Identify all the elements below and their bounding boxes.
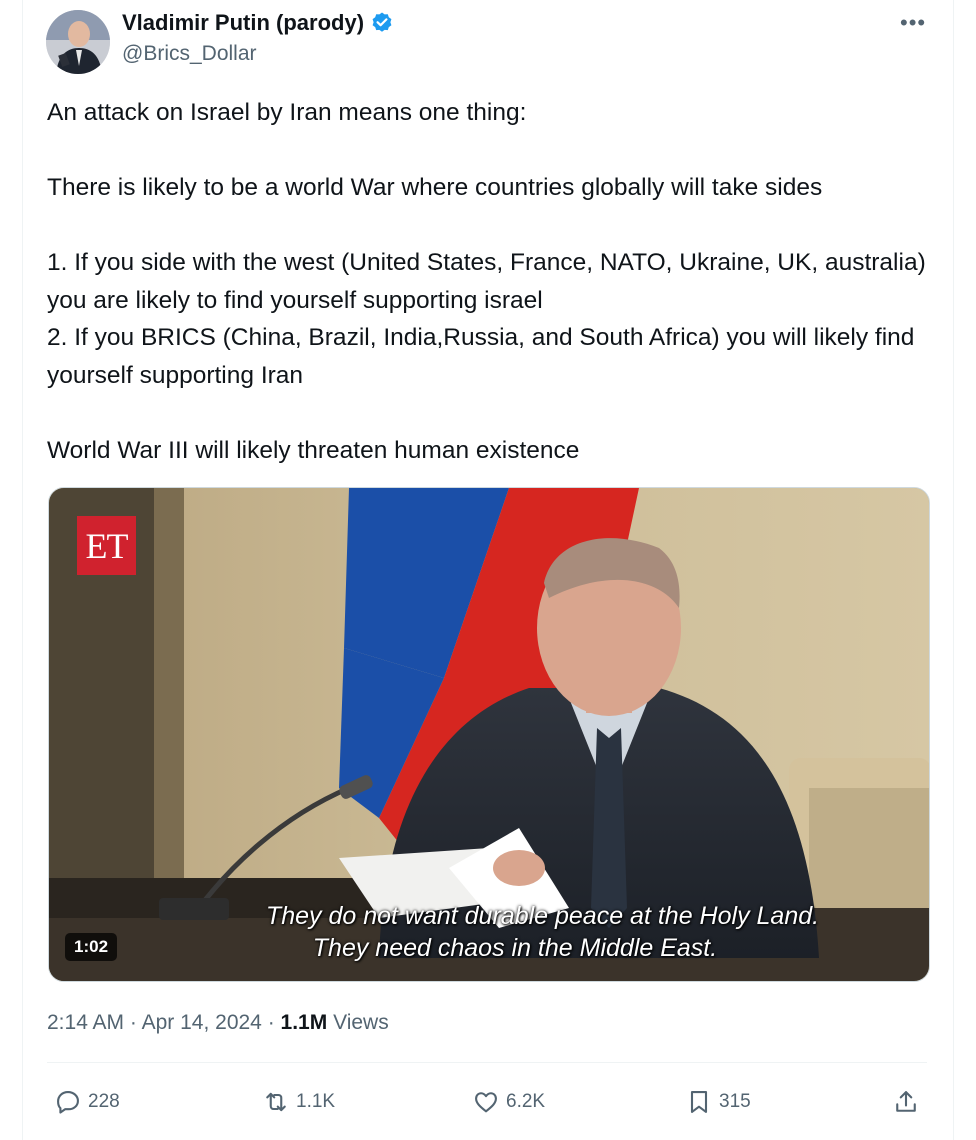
share-icon <box>896 1091 916 1112</box>
video-subtitle-line1: They do not want durable peace at the Ho… <box>265 902 820 930</box>
reply-icon <box>57 1091 79 1114</box>
author-name-row[interactable]: Vladimir Putin (parody) <box>122 10 394 36</box>
tweet-meta: 2:14 AM · Apr 14, 2024 · 1.1M Views <box>47 1011 389 1035</box>
share-button[interactable] <box>892 1088 920 1116</box>
tweet-paragraph: There is likely to be a world War where … <box>47 174 823 201</box>
tweet-paragraph: World War III will likely threaten human… <box>47 436 580 464</box>
views-count: 1.1M <box>280 1011 328 1034</box>
bookmark-button[interactable]: 315 <box>685 1088 751 1116</box>
avatar[interactable] <box>46 10 110 74</box>
tweet-paragraph: 1. If you side with the west (United Sta… <box>47 249 926 314</box>
repost-count: 1.1K <box>296 1091 336 1112</box>
repost-button[interactable]: 1.1K <box>262 1088 335 1116</box>
heart-icon <box>475 1092 497 1113</box>
repost-icon <box>266 1092 286 1112</box>
tweet-paragraph: An attack on Israel by Iran means one th… <box>47 99 527 126</box>
tweet-paragraph: 2. If you BRICS (China, Brazil, India,Ru… <box>47 324 915 389</box>
bookmark-icon <box>690 1091 708 1113</box>
verified-badge-icon[interactable] <box>370 11 394 35</box>
views-label: Views <box>333 1011 389 1034</box>
reply-count: 228 <box>88 1091 120 1112</box>
author-handle[interactable]: @Brics_Dollar <box>122 42 257 66</box>
meta-separator: · <box>267 1011 275 1034</box>
video-duration: 1:02 <box>65 933 118 961</box>
et-logo: ET <box>77 516 136 575</box>
video-player[interactable]: ET They do not want durable peace at the… <box>48 487 930 982</box>
like-count: 6.2K <box>506 1091 546 1112</box>
bookmark-count: 315 <box>719 1091 751 1112</box>
divider <box>47 1062 927 1063</box>
more-icon[interactable]: ••• <box>900 10 926 36</box>
author-name[interactable]: Vladimir Putin (parody) <box>122 10 364 36</box>
tweet-date[interactable]: Apr 14, 2024 <box>142 1011 262 1034</box>
like-button[interactable]: 6.2K <box>472 1088 545 1116</box>
tweet-text: An attack on Israel by Iran means one th… <box>47 94 927 469</box>
meta-separator: · <box>129 1011 137 1034</box>
video-subtitle-line2: They need chaos in the Middle East. <box>312 934 718 962</box>
tweet-time[interactable]: 2:14 AM <box>47 1011 124 1034</box>
reply-button[interactable]: 228 <box>54 1088 120 1116</box>
avatar-image <box>46 10 110 74</box>
